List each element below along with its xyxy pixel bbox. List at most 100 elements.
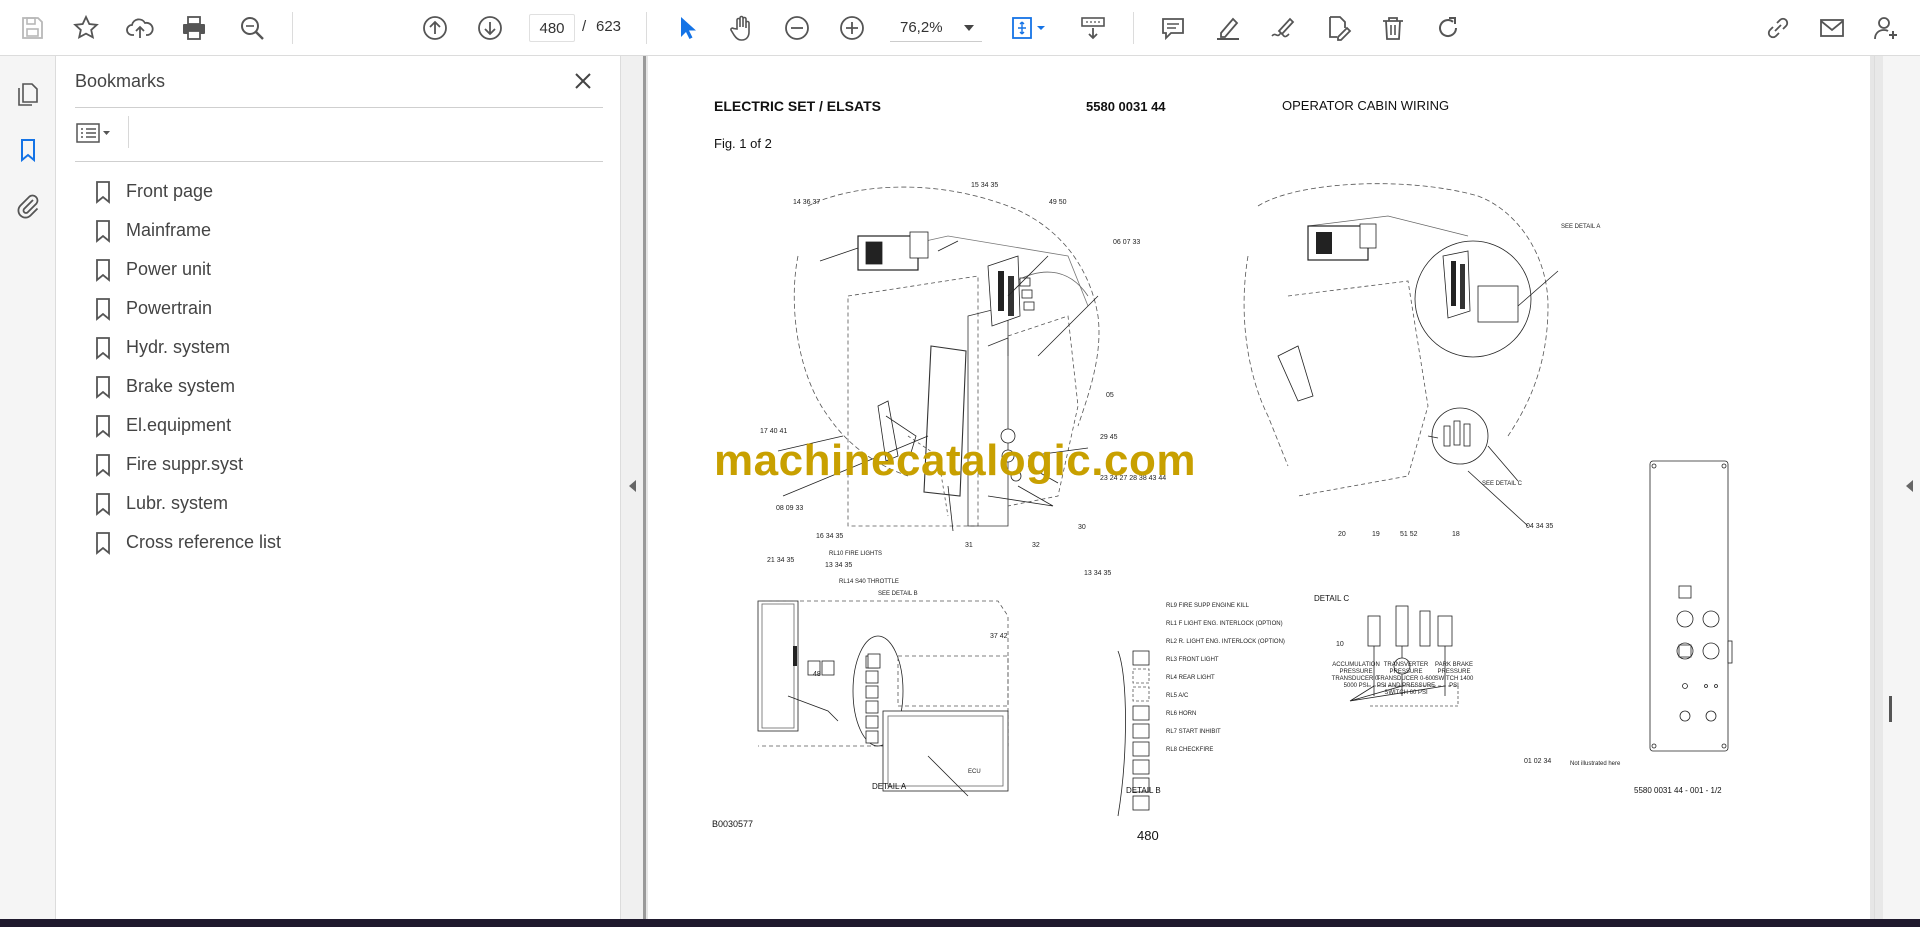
- bookmark-icon: [96, 219, 110, 243]
- callout-label: 14 36 37: [793, 199, 821, 206]
- select-cursor-icon[interactable]: [667, 8, 707, 48]
- callout-label: 37 42: [990, 633, 1008, 640]
- taskbar-strip: [0, 919, 1920, 927]
- bookmark-item[interactable]: Power unit: [94, 250, 281, 289]
- edit-pdf-icon[interactable]: [1318, 8, 1358, 48]
- bookmark-label: Power unit: [126, 259, 212, 279]
- bookmark-label: Powertrain: [126, 298, 213, 318]
- relay-label: RL6 HORN: [1166, 711, 1197, 717]
- bookmark-label: Fire suppr.syst: [126, 454, 244, 474]
- bookmark-item[interactable]: Lubr. system: [94, 484, 281, 523]
- toolbar-divider: [1133, 12, 1134, 44]
- bookmark-item[interactable]: Hydr. system: [94, 328, 281, 367]
- see-detail-b-label: SEE DETAIL B: [878, 591, 918, 597]
- chevron-down-icon: [964, 25, 974, 31]
- relay-label: RL10 FIRE LIGHTS: [829, 551, 883, 557]
- bookmark-icon: [96, 531, 110, 555]
- callout-label: 21 34 35: [767, 557, 795, 564]
- fit-page-icon[interactable]: [1002, 8, 1054, 48]
- draw-signature-icon[interactable]: [1263, 8, 1303, 48]
- callout-label: 08 09 33: [776, 505, 804, 512]
- see-detail-a-label: SEE DETAIL A: [1561, 224, 1601, 230]
- relay-label: RL8 CHECKFIRE: [1166, 747, 1214, 753]
- bookmark-icon: [96, 258, 110, 282]
- zoom-level-dropdown[interactable]: 76,2%: [890, 14, 982, 42]
- drawing-number: B0030577: [712, 819, 754, 829]
- cloud-upload-icon[interactable]: [120, 8, 160, 48]
- callout-label: 48: [813, 671, 821, 678]
- print-icon[interactable]: [174, 8, 214, 48]
- comment-icon[interactable]: [1153, 8, 1193, 48]
- page-separator: /: [582, 18, 587, 35]
- callout-label: 10: [1336, 641, 1344, 648]
- sensor-label: TRANSVERTER PRESSURE TRANSDUCER 0-600 PS…: [1376, 662, 1436, 696]
- list-options-icon: [76, 123, 110, 143]
- save-icon[interactable]: [12, 8, 52, 48]
- callout-label: 17 40 41: [760, 428, 788, 435]
- divider: [75, 161, 603, 162]
- bookmark-icon: [96, 336, 110, 360]
- page-number-input[interactable]: [529, 14, 575, 42]
- bookmark-item[interactable]: Powertrain: [94, 289, 281, 328]
- bookmark-icon: [96, 375, 110, 399]
- bookmark-item[interactable]: Front page: [94, 172, 281, 211]
- bookmark-item[interactable]: El.equipment: [94, 406, 281, 445]
- callout-label: 20: [1338, 531, 1346, 538]
- bookmark-icon: [96, 453, 110, 477]
- relay-label: RL2 R. LIGHT ENG. INTERLOCK (OPTION): [1166, 639, 1285, 645]
- reference-code: 5580 0031 44 - 001 - 1/2: [1634, 786, 1722, 795]
- page-total: 623: [596, 18, 622, 35]
- share-link-icon[interactable]: [1758, 8, 1798, 48]
- close-icon[interactable]: [570, 68, 596, 94]
- bookmark-label: Hydr. system: [126, 337, 231, 357]
- vertical-scrollbar[interactable]: [1875, 56, 1883, 919]
- callout-label: 01 02 34: [1524, 758, 1552, 765]
- zoom-out-icon[interactable]: [777, 8, 817, 48]
- bookmark-item[interactable]: Fire suppr.syst: [94, 445, 281, 484]
- callout-label: 18: [1452, 531, 1460, 538]
- document-viewport[interactable]: ELECTRIC SET / ELSATS 5580 0031 44 OPERA…: [646, 56, 1874, 919]
- scroll-mode-icon[interactable]: [1073, 8, 1113, 48]
- navigation-rail: [0, 56, 56, 919]
- see-detail-c-label: SEE DETAIL C: [1482, 481, 1523, 487]
- bookmarks-panel: Bookmarks Front page Mainframe Power unit P…: [56, 56, 620, 919]
- bookmark-options-button[interactable]: [76, 120, 124, 146]
- page-number: 480: [1137, 828, 1159, 843]
- scrollbar-thumb[interactable]: [1889, 696, 1892, 722]
- rotate-icon[interactable]: [1428, 8, 1468, 48]
- bookmark-list: Front page Mainframe Power unit Powertrain H…: [94, 172, 281, 562]
- pdf-page: ELECTRIC SET / ELSATS 5580 0031 44 OPERA…: [648, 56, 1870, 919]
- previous-page-icon[interactable]: [415, 8, 455, 48]
- detail-a-label: DETAIL A: [872, 782, 907, 791]
- delete-trash-icon[interactable]: [1373, 8, 1413, 48]
- page-thumbnails-icon[interactable]: [10, 76, 46, 112]
- bookmark-star-icon[interactable]: [66, 8, 106, 48]
- bookmark-item[interactable]: Mainframe: [94, 211, 281, 250]
- callout-label: 15 34 35: [971, 182, 999, 189]
- collapse-arrow-icon[interactable]: [629, 480, 636, 492]
- zoom-search-icon[interactable]: [232, 8, 272, 48]
- next-page-icon[interactable]: [470, 8, 510, 48]
- add-user-icon[interactable]: [1866, 8, 1906, 48]
- email-icon[interactable]: [1812, 8, 1852, 48]
- bookmarks-panel-icon[interactable]: [10, 132, 46, 168]
- bookmark-item[interactable]: Cross reference list: [94, 523, 281, 562]
- hand-tool-icon[interactable]: [722, 8, 762, 48]
- attachments-icon[interactable]: [10, 188, 46, 224]
- expand-tools-arrow-icon[interactable]: [1906, 480, 1913, 492]
- bookmark-icon: [96, 180, 110, 204]
- relay-label: RL14 S40 THROTTLE: [839, 579, 899, 585]
- bookmark-icon: [96, 297, 110, 321]
- divider: [75, 107, 603, 108]
- highlight-pen-icon[interactable]: [1208, 8, 1248, 48]
- bookmark-icon: [96, 492, 110, 516]
- relay-label: RL9 FIRE SUPP ENGINE KILL: [1166, 603, 1249, 609]
- ecu-label: ECU: [968, 769, 981, 775]
- toolbar-divider: [646, 12, 647, 44]
- zoom-in-icon[interactable]: [832, 8, 872, 48]
- bookmark-label: Mainframe: [126, 220, 212, 240]
- bookmark-item[interactable]: Brake system: [94, 367, 281, 406]
- right-panel: [1874, 56, 1920, 919]
- panel-splitter[interactable]: [620, 56, 646, 919]
- zoom-level-value: 76,2%: [900, 19, 943, 36]
